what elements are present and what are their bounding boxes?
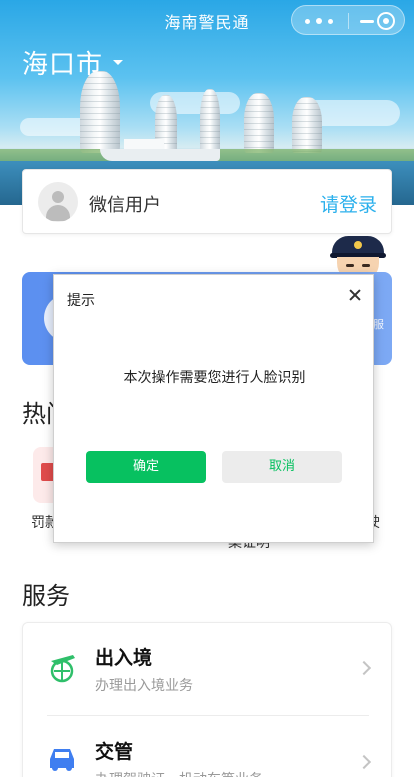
face-recognition-dialog: 提示 本次操作需要您进行人脸识别 确定 取消 (53, 274, 374, 543)
dialog-title: 提示 (67, 293, 95, 309)
dialog-message: 本次操作需要您进行人脸识别 (123, 370, 306, 386)
cancel-button[interactable]: 取消 (222, 451, 342, 483)
page: 海南警民通 海口市 微信用户 请登录 服 热门 罚款 案证明 服务 出入境 办理… (0, 0, 414, 777)
close-icon[interactable] (346, 286, 364, 304)
confirm-button[interactable]: 确定 (86, 451, 206, 483)
